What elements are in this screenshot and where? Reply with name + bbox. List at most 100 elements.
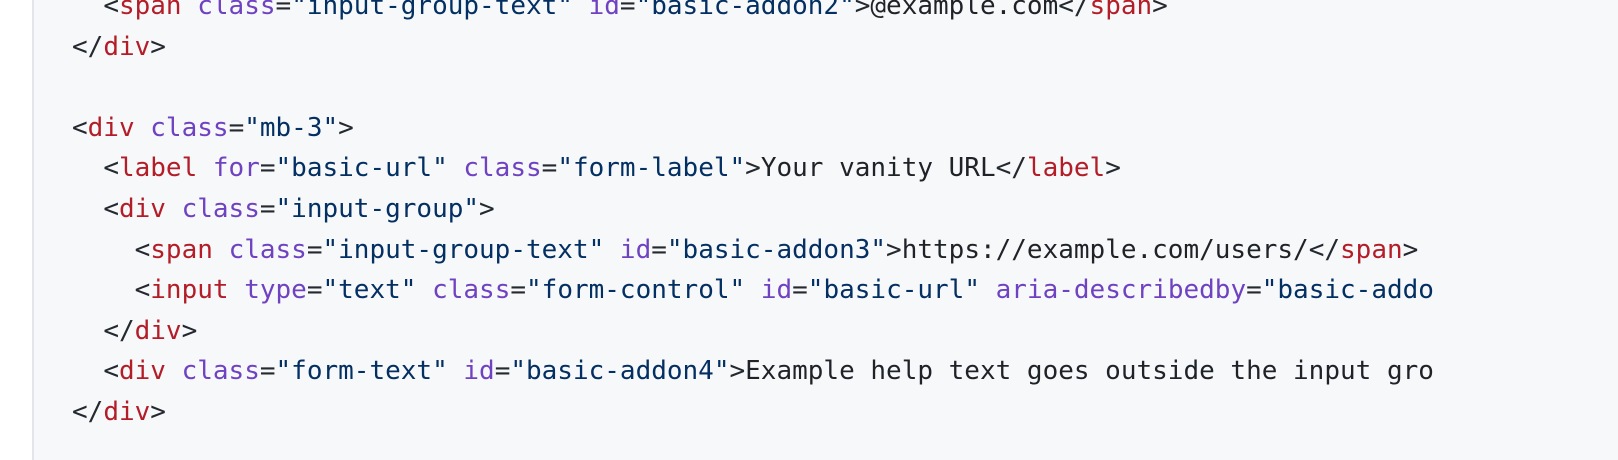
code-token-str: "basic-addon2" <box>635 0 855 21</box>
code-token-attr: id <box>760 275 793 306</box>
code-token-tag: label <box>118 153 198 184</box>
code-token-punct: </ <box>1058 0 1090 21</box>
code-token-attr: class <box>228 234 307 265</box>
code-token-punct: = <box>259 193 276 224</box>
code-token-punct: = <box>494 356 511 387</box>
code-token-punct: > <box>338 112 354 143</box>
code-token-attr: class <box>463 153 542 184</box>
code-token-text: @example.com <box>870 0 1059 21</box>
code-token-str: "basic-addon3" <box>666 234 887 265</box>
code-token-attr: class <box>150 112 229 143</box>
code-token-tag: span <box>118 0 182 21</box>
code-token-punct: </ <box>1308 234 1341 265</box>
code-line: <span class="input-group-text" id="basic… <box>72 230 1572 271</box>
code-line: <label for="basic-url" class="form-label… <box>72 148 1572 189</box>
code-token-punct: = <box>275 0 292 21</box>
code-token-punct: </ <box>103 315 135 346</box>
code-token-punct: > <box>745 153 761 184</box>
code-token-str: "basic-addo <box>1261 275 1434 306</box>
code-token-punct: < <box>103 153 119 184</box>
code-token-punct: < <box>72 112 88 143</box>
code-line: </div> <box>72 27 1572 68</box>
code-token-punct: < <box>103 0 119 21</box>
code-token-attr: class <box>181 356 260 387</box>
code-token-text: https://example.com/users/ <box>901 234 1309 265</box>
code-token-punct: = <box>306 234 323 265</box>
code-token-punct: > <box>1402 234 1419 265</box>
code-token-punct: = <box>259 153 276 184</box>
code-token-tag: div <box>87 112 135 143</box>
code-token-str: "basic-url" <box>807 275 980 306</box>
code-token-punct: = <box>228 112 245 143</box>
code-token-punct: = <box>259 356 276 387</box>
code-token-str: "input-group-text" <box>291 0 573 21</box>
code-line: <div class="form-text" id="basic-addon4"… <box>72 351 1572 392</box>
code-token-str: "input-group" <box>275 193 480 224</box>
code-token-punct: > <box>1105 153 1121 184</box>
code-token-tag: label <box>1026 153 1106 184</box>
code-token-attr: id <box>463 356 495 387</box>
code-token-punct: = <box>541 153 558 184</box>
code-token-str: "form-label" <box>557 153 746 184</box>
code-token-punct: </ <box>995 153 1027 184</box>
code-token-punct: > <box>150 31 166 62</box>
code-token-str: "basic-addon4" <box>510 356 730 387</box>
code-token-str: "text" <box>322 275 417 306</box>
code-token-attr: id <box>619 234 652 265</box>
code-token-punct: < <box>103 356 119 387</box>
code-token-punct: < <box>134 234 151 265</box>
code-token-punct: < <box>134 275 151 306</box>
code-token-tag: input <box>150 275 229 306</box>
code-token-str: "mb-3" <box>244 112 339 143</box>
code-token-attr: class <box>197 0 276 21</box>
code-line: <div class="input-group"> <box>72 189 1572 230</box>
code-token-punct: > <box>729 356 746 387</box>
code-line: <input type="text" class="form-control" … <box>72 270 1572 311</box>
code-token-tag: span <box>150 234 213 265</box>
code-token-punct: = <box>619 0 636 21</box>
code-token-text: Example help text goes outside the input… <box>745 356 1434 387</box>
code-token-punct: > <box>854 0 871 21</box>
code-token-punct: = <box>510 275 527 306</box>
code-token-tag: span <box>1340 234 1403 265</box>
code-token-attr: class <box>181 193 260 224</box>
code-token-punct: > <box>1152 0 1168 21</box>
code-token-tag: span <box>1089 0 1153 21</box>
code-token-punct: = <box>1246 275 1262 306</box>
code-token-text: Your vanity URL <box>760 153 996 184</box>
code-token-str: "form-control" <box>526 275 746 306</box>
code-token-punct: > <box>479 193 495 224</box>
code-token-str: "input-group-text" <box>322 234 605 265</box>
code-token-punct: </ <box>72 31 104 62</box>
code-token-tag: div <box>134 315 182 346</box>
code-block: <span class="input-group-text" id="basic… <box>72 0 1572 433</box>
code-token-tag: div <box>118 193 166 224</box>
code-token-punct: = <box>651 234 667 265</box>
code-token-attr: id <box>588 0 620 21</box>
code-token-tag: div <box>103 396 151 427</box>
code-line: </div> <box>72 392 1572 433</box>
code-token-attr: for <box>212 153 260 184</box>
code-line: </div> <box>72 311 1572 352</box>
code-line: <div class="mb-3"> <box>72 108 1572 149</box>
code-token-punct: > <box>886 234 902 265</box>
code-snippet-panel: <span class="input-group-text" id="basic… <box>32 0 1618 460</box>
